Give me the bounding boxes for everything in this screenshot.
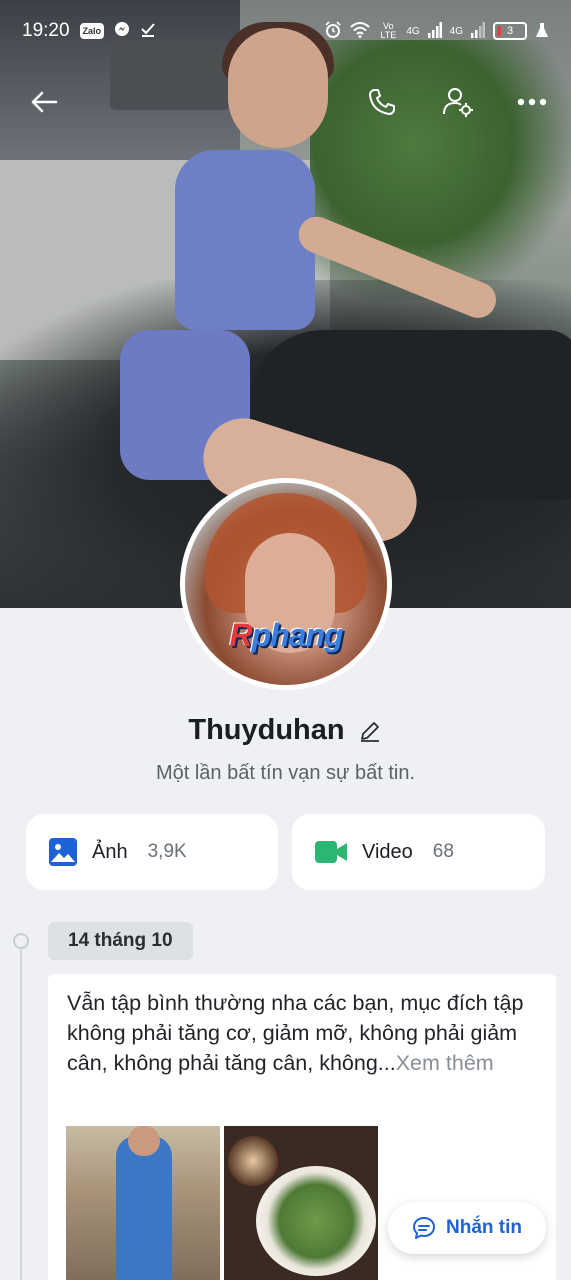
network-volte-label: Vo LTE [380, 21, 397, 40]
back-button[interactable] [22, 74, 66, 130]
more-button[interactable] [510, 74, 554, 130]
video-count: 68 [432, 841, 454, 862]
message-button-label: Nhắn tin [446, 1217, 522, 1238]
timeline-dot [13, 933, 29, 949]
battery-level: 3 [506, 25, 514, 37]
profile-settings-button[interactable] [436, 74, 480, 130]
timeline-line [20, 940, 22, 1280]
avatar-image: Rphang [185, 483, 387, 685]
profile-bio: Một lần bất tín vạn sự bất tin. [155, 762, 416, 784]
avatar-watermark-red: R [229, 617, 252, 653]
post-photo-gym[interactable] [66, 1126, 220, 1280]
video-camera-icon [315, 841, 347, 863]
post-text: Vẫn tập bình thường nha các bạn, mục đíc… [67, 988, 537, 1078]
see-more-link[interactable]: Xem thêm [396, 1051, 494, 1075]
status-bar: 19:20 Zalo Vo LTE 4G 4G 3 [0, 0, 571, 62]
photos-count: 3,9K [147, 841, 187, 862]
top-nav [0, 74, 571, 130]
chat-bubble-icon [413, 1217, 435, 1239]
video-card[interactable]: Video 68 [292, 814, 545, 890]
alarm-icon [324, 20, 342, 42]
post-photo-figure [116, 1136, 172, 1280]
video-label: Video [362, 840, 413, 863]
message-button[interactable]: Nhắn tin [388, 1202, 546, 1254]
network-4g-label-2: 4G [449, 25, 463, 37]
post-photo-salad [256, 1166, 376, 1276]
avatar-watermark: Rphang [201, 617, 371, 654]
messenger-icon [114, 21, 130, 41]
photos-card[interactable]: Ảnh 3,9K [26, 814, 278, 890]
photos-label: Ảnh [92, 840, 128, 863]
status-bar-right: Vo LTE 4G 4G 3 [324, 20, 549, 42]
pencil-icon [360, 721, 379, 742]
battery-icon: 3 [493, 22, 527, 40]
signal-icon [427, 21, 442, 41]
post-photo-figure-head [128, 1126, 160, 1156]
more-dots-icon [517, 98, 547, 106]
zalo-icon: Zalo [79, 23, 105, 39]
status-time: 19:20 [22, 20, 70, 41]
wifi-icon [350, 21, 370, 41]
avatar-watermark-blue: phang [251, 617, 344, 653]
phone-icon [369, 89, 395, 115]
post-photo-food[interactable] [224, 1126, 378, 1280]
post-photo-bowl [228, 1136, 278, 1186]
network-4g-label-1: 4G [406, 25, 420, 37]
flask-icon [535, 22, 549, 41]
post-date: 14 tháng 10 [48, 922, 193, 960]
signal-icon [471, 21, 485, 41]
cover-person-torso [175, 150, 315, 330]
image-icon [49, 838, 77, 866]
call-button[interactable] [360, 74, 404, 130]
user-settings-icon [443, 88, 473, 117]
status-bar-left: 19:20 Zalo [22, 20, 156, 42]
name-row: Thuyduhan [0, 714, 571, 747]
back-arrow-icon [31, 91, 58, 113]
profile-name: Thuyduhan [188, 714, 345, 746]
edit-name-button[interactable] [357, 718, 383, 744]
check-icon [140, 21, 156, 41]
avatar[interactable]: Rphang [180, 478, 392, 690]
